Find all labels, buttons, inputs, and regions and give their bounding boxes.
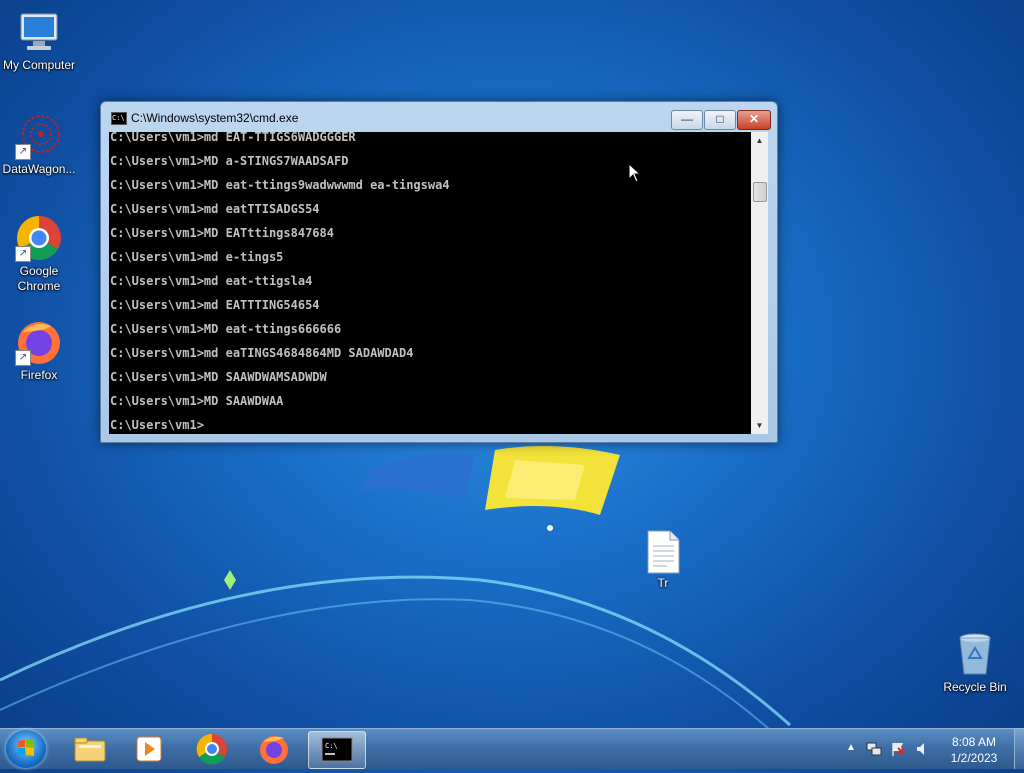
shortcut-arrow-icon: ↗ [15,350,31,366]
file-explorer-icon [74,737,106,762]
desktop-icon-label: Google Chrome [17,264,61,293]
scrollbar-thumb[interactable] [753,182,767,202]
console-line: C:\Users\vm1>md eatTTISADGS54 [110,202,320,216]
desktop-icon-label: Firefox [20,368,58,382]
console-lines: C:\Users\vm1>md EAT-TTIGS6WADGGGER C:\Use… [109,132,450,434]
desktop-icon-label: My Computer [2,58,76,72]
network-icon[interactable] [866,741,882,757]
chrome-icon: ↗ [15,214,63,262]
desktop-icon-google-chrome[interactable]: ↗ Google Chrome [0,214,79,294]
vertical-scrollbar[interactable]: ▲ ▼ [751,132,768,434]
action-center-flag-icon[interactable] [890,741,906,757]
cmd-window[interactable]: C:\ C:\Windows\system32\cmd.exe — □ ✕ C:… [100,101,778,443]
console-line: C:\Users\vm1>md EAT-TTIGS6WADGGGER [110,132,356,144]
clock-date: 1/2/2023 [950,751,998,765]
console-line: C:\Users\vm1>md eat-ttigsla4 [110,274,313,288]
desktop-icon-label: DataWagon... [2,162,76,176]
start-orb-icon[interactable] [6,730,46,768]
shortcut-arrow-icon: ↗ [15,144,31,160]
cmd-icon: C:\ [321,737,353,762]
computer-icon [15,8,63,56]
console-line: C:\Users\vm1>MD eat-ttings666666 [110,322,342,336]
console-line: C:\Users\vm1>MD EATttings847684 [110,226,334,240]
console-line: C:\Users\vm1>MD eat-ttings9wadwwwmd ea-t… [110,178,450,192]
desktop-icon-label: Tr [657,576,669,590]
desktop-icon-my-computer[interactable]: My Computer [0,8,79,73]
clock-time: 8:08 AM [951,735,997,749]
wallpaper-swoosh [0,570,791,730]
mouse-cursor-icon [628,163,642,183]
console-line: C:\Users\vm1>md EATTTING54654 [110,298,320,312]
recycle-bin-icon [951,630,999,678]
chrome-icon [196,733,227,765]
cmd-icon: C:\ [111,112,127,125]
desktop-icon-label: Recycle Bin [943,680,1007,694]
console-line: C:\Users\vm1>MD a-STINGS7WAADSAFD [110,154,349,168]
desktop-icon-firefox[interactable]: ↗ Firefox [0,318,79,383]
media-player-icon [136,736,162,762]
taskbar-firefox[interactable] [246,731,302,767]
console-line: C:\Users\vm1>MD SAAWDWAA [110,394,284,408]
datawagon-icon: ↗ [15,112,63,160]
volume-icon[interactable] [915,741,931,757]
show-hidden-icons-icon[interactable]: ▲ [846,742,856,753]
shortcut-arrow-icon: ↗ [15,246,31,262]
system-clock[interactable]: 8:08 AM 1/2/2023 [940,734,1008,766]
console-line: C:\Users\vm1>MD SAAWDWAMSADWDW [110,370,327,384]
firefox-icon [260,736,288,764]
minimize-button[interactable]: — [671,110,703,130]
taskbar-chrome[interactable] [184,731,240,767]
console-line: C:\Users\vm1>md e-tings5 [110,250,284,264]
console-line: C:\Users\vm1> [110,418,204,432]
taskbar-cmd[interactable]: C:\ [308,731,366,769]
taskbar: C:\ ▲ 8:08 AM 1/2/2023 [0,728,1024,769]
firefox-icon: ↗ [15,318,63,366]
console-output[interactable]: C:\Users\vm1>md EAT-TTIGS6WADGGGER C:\Use… [109,132,751,434]
taskbar-file-explorer[interactable] [62,731,118,767]
taskbar-media-player[interactable] [122,731,178,767]
desktop-icon-recycle-bin[interactable]: Recycle Bin [935,630,1015,695]
window-title: C:\Windows\system32\cmd.exe [131,111,299,125]
desktop-icon-datawagon[interactable]: ↗ DataWagon... [0,112,79,177]
desktop-icon-tr-file[interactable]: Tr [623,530,703,591]
show-desktop-button[interactable] [1014,729,1024,769]
scroll-up-arrow-icon[interactable]: ▲ [751,132,768,149]
scroll-down-arrow-icon[interactable]: ▼ [751,417,768,434]
maximize-button[interactable]: □ [704,110,736,130]
window-titlebar[interactable]: C:\ C:\Windows\system32\cmd.exe — □ ✕ [101,102,777,132]
close-button[interactable]: ✕ [737,110,771,130]
console-line: C:\Users\vm1>md eaTINGS4684864MD SADAWDA… [110,346,414,360]
text-file-icon [645,530,681,574]
svg-text:C:\: C:\ [325,742,338,750]
